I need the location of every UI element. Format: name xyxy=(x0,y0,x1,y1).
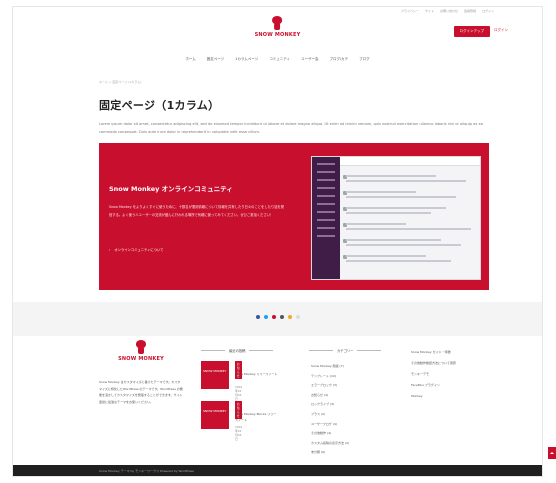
breadcrumb[interactable]: ホーム > 固定ページ (1カラム) xyxy=(99,80,141,84)
copyright-text: Snow Monkey テーマ by モンキーワークス Powered by W… xyxy=(99,469,194,473)
post-title[interactable]: Snow Monkey Blocks リリースノート xyxy=(235,411,279,423)
post-thumbnail[interactable]: SNOW MONKEY xyxy=(201,401,229,429)
utility-link[interactable]: お問い合わせ xyxy=(440,9,458,13)
footer-link[interactable]: モンキーデモ xyxy=(411,372,456,383)
post-date: 2019年03月03日 xyxy=(235,425,243,441)
copyright-bar: Snow Monkey テーマ by モンキーワークス Powered by W… xyxy=(13,465,542,476)
utility-links: プライバシー サイト お問い合わせ 会員登録 ログイン xyxy=(401,9,494,13)
page-lead: Lorem ipsum dolor sit amet, consectetur … xyxy=(99,122,483,134)
share-icon[interactable] xyxy=(295,315,300,319)
utility-link[interactable]: ログイン xyxy=(482,9,494,13)
banner-link[interactable]: オンラインコミュニティについて xyxy=(109,247,163,252)
social-strip xyxy=(13,302,542,336)
category-item[interactable]: テンプレート (10) xyxy=(311,374,349,384)
github-icon[interactable] xyxy=(279,315,284,319)
monkey-logo-icon xyxy=(271,16,283,30)
facebook-icon[interactable] xyxy=(255,315,260,319)
category-item[interactable]: その他動作 (4) xyxy=(311,431,349,441)
utility-link[interactable]: 会員登録 xyxy=(464,9,476,13)
footer-logo-text: SNOW MONKEY xyxy=(118,356,164,362)
category-item[interactable]: お知らせ (4) xyxy=(311,393,349,403)
category-item[interactable]: Snow Monkey 関連 (7) xyxy=(311,364,349,374)
footer-link[interactable]: その他動作確認方法について用意 xyxy=(411,361,456,372)
site-logo[interactable]: SNOW MONKEY xyxy=(255,16,301,38)
youtube-icon[interactable] xyxy=(271,315,276,319)
footer-link[interactable]: Snow Monkey ガイド・特徴 xyxy=(411,350,456,361)
utility-link[interactable]: プライバシー xyxy=(401,9,419,13)
login-link[interactable]: ログイン xyxy=(494,28,508,33)
rss-icon[interactable] xyxy=(287,315,292,319)
logo-text: SNOW MONKEY xyxy=(254,32,301,38)
category-list: Snow Monkey 関連 (7) テンプレート (10) エラーブロック (… xyxy=(311,364,349,460)
nav-item[interactable]: 固定ページ xyxy=(207,57,224,62)
twitter-icon[interactable] xyxy=(263,315,268,319)
utility-link[interactable]: サイト xyxy=(425,9,434,13)
category-item[interactable]: ロックライブ (3) xyxy=(311,402,349,412)
post-thumbnail[interactable]: SNOW MONKEY xyxy=(201,361,229,389)
global-nav: ホーム 固定ページ 1カラムページ コミュニティ ユーザー会 ブログ/カテ ブロ… xyxy=(13,57,542,62)
community-banner: Snow Monkey オンラインコミュニティ Snow Monkey をよりよ… xyxy=(99,143,489,290)
monkey-logo-icon xyxy=(135,340,147,354)
nav-item[interactable]: ブログ/カテ xyxy=(329,57,348,62)
social-links xyxy=(255,315,300,319)
nav-item[interactable]: ユーザー会 xyxy=(301,57,318,62)
category-item[interactable]: カスタム投稿の表示方法 (2) xyxy=(311,441,349,451)
categories-heading: カテゴリー xyxy=(309,348,381,353)
category-item[interactable]: 未分類 (6) xyxy=(311,450,349,460)
category-item[interactable]: ユーザーブログ (4) xyxy=(311,422,349,432)
category-item[interactable]: プラス (2) xyxy=(311,412,349,422)
nav-item[interactable]: コミュニティ xyxy=(269,57,290,62)
community-screenshot xyxy=(311,156,481,280)
footer-link-list: Snow Monkey ガイド・特徴 その他動作確認方法について用意 モンキーデ… xyxy=(411,350,456,405)
footer-link[interactable]: Monkey xyxy=(411,394,456,405)
category-item[interactable]: エラーブロック (3) xyxy=(311,383,349,393)
footer-link[interactable]: FacePlus ブラグイン xyxy=(411,383,456,394)
banner-title: Snow Monkey オンラインコミュニティ xyxy=(109,185,233,193)
signup-button[interactable]: ログインアップ xyxy=(453,26,490,37)
back-to-top-button[interactable] xyxy=(548,447,556,459)
nav-item[interactable]: ブログ xyxy=(359,57,370,62)
nav-item[interactable]: 1カラムページ xyxy=(235,57,258,62)
banner-text: Snow Monkey をよりよくすぐに使うために、十数名が運用情報について情報… xyxy=(109,205,285,217)
footer-logo[interactable]: SNOW MONKEY xyxy=(111,340,171,362)
footer-about: Snow Monkey はカスタマイズに長けたテーマです。カスタマイズに特化した… xyxy=(99,380,183,405)
post-date: 2019年03月03日 xyxy=(235,385,243,401)
nav-item[interactable]: ホーム xyxy=(185,57,195,62)
page-title: 固定ページ（1カラム） xyxy=(99,99,220,112)
post-title[interactable]: Snow Monkey リリースノート xyxy=(235,371,279,377)
page-frame: プライバシー サイト お問い合わせ 会員登録 ログイン SNOW MONKEY … xyxy=(12,6,543,477)
recent-posts-heading: 最近の投稿 xyxy=(201,348,273,353)
